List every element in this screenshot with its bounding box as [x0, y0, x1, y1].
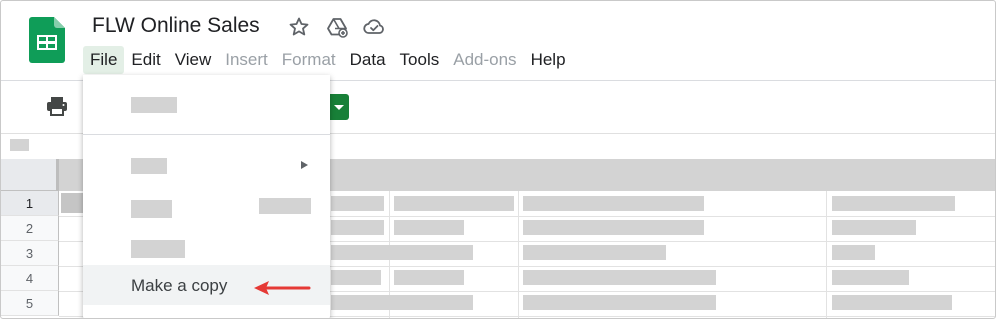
menu-file[interactable]: File — [83, 46, 125, 74]
redacted-cell[interactable] — [331, 196, 384, 211]
redacted-cell[interactable] — [523, 295, 716, 310]
menu-view[interactable]: View — [168, 46, 219, 74]
redacted-cell[interactable] — [523, 245, 666, 260]
file-menu-dropdown: Make a copy — [83, 75, 330, 318]
redacted-cell[interactable] — [331, 220, 384, 235]
redacted-cell[interactable] — [832, 245, 875, 260]
print-icon[interactable] — [46, 96, 68, 116]
selected-cell[interactable] — [61, 193, 85, 213]
menu-separator — [83, 134, 330, 135]
menu-item-redacted[interactable] — [131, 240, 185, 258]
redacted-cell[interactable] — [523, 220, 704, 235]
menu-help[interactable]: Help — [524, 46, 573, 74]
menu-item-redacted[interactable] — [131, 158, 167, 174]
row-header-4[interactable]: 4 — [1, 266, 59, 291]
document-title[interactable]: FLW Online Sales — [92, 14, 260, 38]
row-header-3[interactable]: 3 — [1, 241, 59, 266]
menu-shortcut-redacted — [259, 198, 311, 214]
redacted-cell[interactable] — [832, 196, 955, 211]
row-header-2[interactable]: 2 — [1, 216, 59, 241]
sheets-window: FLW Online Sales File Edit View Insert F… — [0, 0, 996, 319]
toolbar-dropdown-button[interactable] — [329, 94, 349, 120]
redacted-cell[interactable] — [832, 295, 952, 310]
menu-item-redacted[interactable] — [131, 97, 177, 113]
redacted-cell[interactable] — [331, 295, 473, 310]
column-line — [826, 191, 827, 318]
red-arrow-icon — [254, 281, 311, 295]
corner-freeze-handle[interactable] — [56, 159, 59, 191]
select-all-corner[interactable] — [1, 159, 59, 191]
cloud-saved-icon[interactable] — [362, 15, 386, 39]
redacted-cell[interactable] — [394, 220, 464, 235]
menu-insert[interactable]: Insert — [218, 46, 275, 74]
redacted-cell[interactable] — [523, 196, 704, 211]
redacted-cell[interactable] — [832, 270, 909, 285]
row-header-1[interactable]: 1 — [1, 191, 59, 216]
redacted-cell[interactable] — [331, 245, 473, 260]
menu-tools[interactable]: Tools — [393, 46, 447, 74]
redacted-cell[interactable] — [394, 196, 514, 211]
google-sheets-icon[interactable] — [29, 17, 65, 63]
menu-format[interactable]: Format — [275, 46, 343, 74]
submenu-arrow-icon — [301, 161, 308, 169]
redacted-cell[interactable] — [394, 270, 464, 285]
row-header-5[interactable]: 5 — [1, 291, 59, 316]
move-to-drive-icon[interactable] — [325, 15, 349, 39]
redacted-cell[interactable] — [832, 220, 916, 235]
redacted-cell[interactable] — [331, 270, 381, 285]
name-box[interactable] — [10, 139, 29, 151]
column-line — [518, 191, 519, 318]
redacted-cell[interactable] — [523, 270, 716, 285]
make-a-copy-label: Make a copy — [131, 276, 228, 295]
menubar: File Edit View Insert Format Data Tools … — [83, 45, 573, 75]
menu-item-redacted[interactable] — [131, 200, 172, 218]
menu-edit[interactable]: Edit — [124, 46, 167, 74]
menu-add-ons[interactable]: Add-ons — [446, 46, 523, 74]
star-icon[interactable] — [287, 15, 311, 39]
menu-data[interactable]: Data — [343, 46, 393, 74]
